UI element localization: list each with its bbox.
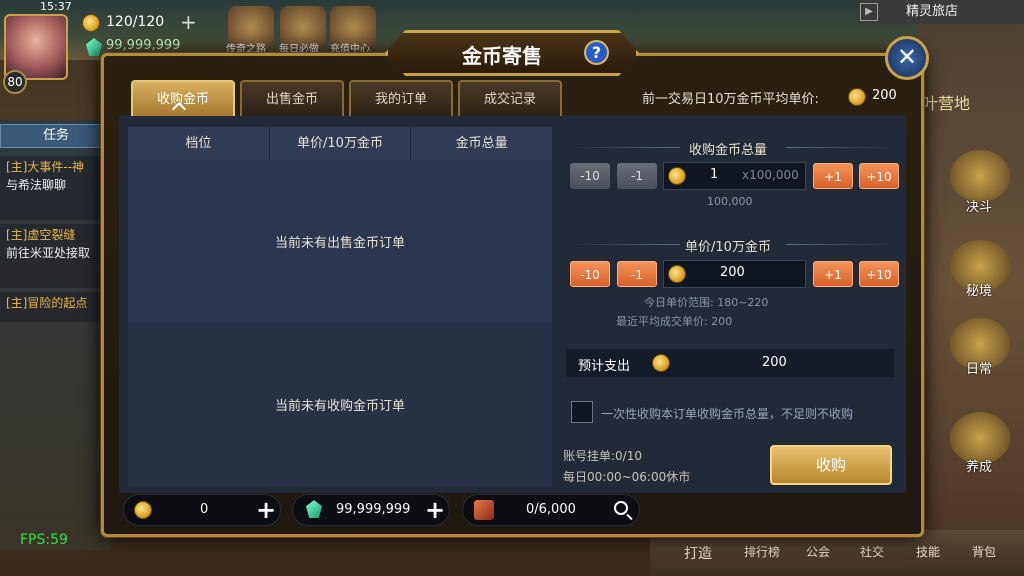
all-or-nothing-checkbox[interactable] xyxy=(571,401,593,423)
quest-desc: 前往米亚处接取 xyxy=(6,246,91,260)
price-minus-1-button[interactable]: -1 xyxy=(617,261,657,287)
total-minus-1-button[interactable]: -1 xyxy=(617,163,657,189)
search-icon[interactable] xyxy=(614,501,628,515)
add-stamina-button[interactable]: + xyxy=(180,10,197,34)
total-minus-10-button[interactable]: -10 xyxy=(570,163,610,189)
stamina-icon xyxy=(82,14,100,32)
order-table-header: 档位 单价/10万金币 金币总量 xyxy=(128,127,552,160)
total-quantity-value: 1 xyxy=(710,167,719,182)
close-button[interactable]: ✕ xyxy=(885,36,929,80)
backpack-button[interactable]: 背包 xyxy=(972,543,996,560)
ranking-button[interactable]: 排行榜 xyxy=(744,543,780,560)
divider xyxy=(786,244,896,245)
add-gems-button[interactable]: + xyxy=(425,496,445,524)
player-level-badge: 80 xyxy=(3,70,27,94)
total-gold-hint: 100,000 xyxy=(707,195,753,208)
clock: 15:37 xyxy=(40,0,72,13)
diamond-counter: 99,999,999 xyxy=(106,38,181,53)
gold-coin-icon xyxy=(652,354,670,372)
quest-item[interactable]: [主]冒险的起点 xyxy=(0,292,106,322)
avg-price-value: 200 xyxy=(872,88,897,103)
estimated-spend-label: 预计支出 xyxy=(578,359,631,374)
market-closed-hours: 每日00:00~06:00休市 xyxy=(563,470,691,484)
column-gold-total: 金币总量 xyxy=(455,136,508,151)
skills-button[interactable]: 技能 xyxy=(916,543,940,560)
buy-button[interactable]: 收购 xyxy=(770,445,892,485)
sell-orders-area: 当前未有出售金币订单 xyxy=(128,160,552,322)
column-unit-price: 单价/10万金币 xyxy=(270,127,412,160)
quest-item[interactable]: [主]大事件--神 与希法聊聊 xyxy=(0,156,106,220)
side-label: 养成 xyxy=(966,460,993,475)
guild-button[interactable]: 公会 xyxy=(806,543,830,560)
empty-buy-message: 当前未有收购金币订单 xyxy=(274,398,405,414)
gold-coin-icon xyxy=(134,501,152,519)
side-label: 秘境 xyxy=(966,284,993,299)
fps-counter: FPS:59 xyxy=(20,532,68,548)
unit-price-value: 200 xyxy=(720,265,745,280)
account-orders-count: 账号挂单:0/10 xyxy=(563,449,642,463)
price-minus-10-button[interactable]: -10 xyxy=(570,261,610,287)
estimated-spend-value: 200 xyxy=(762,355,787,370)
help-icon[interactable]: ? xyxy=(584,40,609,65)
total-section-title: 收购金币总量 xyxy=(688,143,767,158)
gold-coin-icon xyxy=(668,265,686,283)
right-panel-title[interactable]: 精灵旅店 xyxy=(858,0,1024,24)
quest-title: [主]虚空裂缝 xyxy=(6,228,76,242)
price-range-hint: 今日单价范围: 180~220 xyxy=(644,296,769,309)
column-tier: 档位 xyxy=(128,127,270,160)
quest-title: [主]大事件--神 xyxy=(6,160,85,174)
empty-sell-message: 当前未有出售金币订单 xyxy=(274,235,405,251)
divider xyxy=(786,147,896,148)
quest-title: [主]冒险的起点 xyxy=(6,296,88,310)
total-plus-1-button[interactable]: +1 xyxy=(813,163,853,189)
price-section-title: 单价/10万金币 xyxy=(685,240,771,255)
total-quantity-unit: x100,000 xyxy=(742,168,799,182)
tab-transaction-history[interactable]: 成交记录 xyxy=(458,80,562,116)
stamina-counter: 120/120 xyxy=(106,14,165,30)
ticket-amount: 0/6,000 xyxy=(526,502,576,517)
buy-orders-area: 当前未有收购金币订单 xyxy=(128,322,552,486)
add-gold-button[interactable]: + xyxy=(256,496,276,524)
gold-coin-icon xyxy=(668,167,686,185)
quest-desc: 与希法聊聊 xyxy=(6,178,67,192)
duel-icon[interactable] xyxy=(950,150,1010,202)
side-label: 日常 xyxy=(966,362,993,377)
social-button[interactable]: 社交 xyxy=(860,543,884,560)
modal-title: 金币寄售 xyxy=(462,44,542,68)
collapse-arrow-icon[interactable]: ▶ xyxy=(860,3,878,21)
camp-label: 叶营地 xyxy=(922,94,971,113)
gold-amount: 0 xyxy=(200,502,209,517)
task-toggle-button[interactable]: 任务 xyxy=(0,124,106,148)
recent-avg-price-hint: 最近平均成交单价: 200 xyxy=(616,315,733,328)
avg-price-label: 前一交易日10万金币平均单价: xyxy=(642,92,819,107)
task-label: 任务 xyxy=(43,128,70,143)
side-label: 决斗 xyxy=(966,200,993,215)
total-plus-10-button[interactable]: +10 xyxy=(859,163,899,189)
forge-button[interactable]: 打造 xyxy=(684,543,712,563)
tab-my-orders[interactable]: 我的订单 xyxy=(349,80,453,116)
price-plus-10-button[interactable]: +10 xyxy=(859,261,899,287)
tab-sell-gold[interactable]: 出售金币 xyxy=(240,80,344,116)
gem-amount: 99,999,999 xyxy=(336,502,411,517)
quest-item[interactable]: [主]虚空裂缝 前往米亚处接取 xyxy=(0,224,106,288)
price-plus-1-button[interactable]: +1 xyxy=(813,261,853,287)
scroll-ticket-icon xyxy=(474,500,494,520)
gold-coin-icon xyxy=(848,88,866,106)
all-or-nothing-label: 一次性收购本订单收购金币总量，不足则不收购 xyxy=(601,407,854,421)
